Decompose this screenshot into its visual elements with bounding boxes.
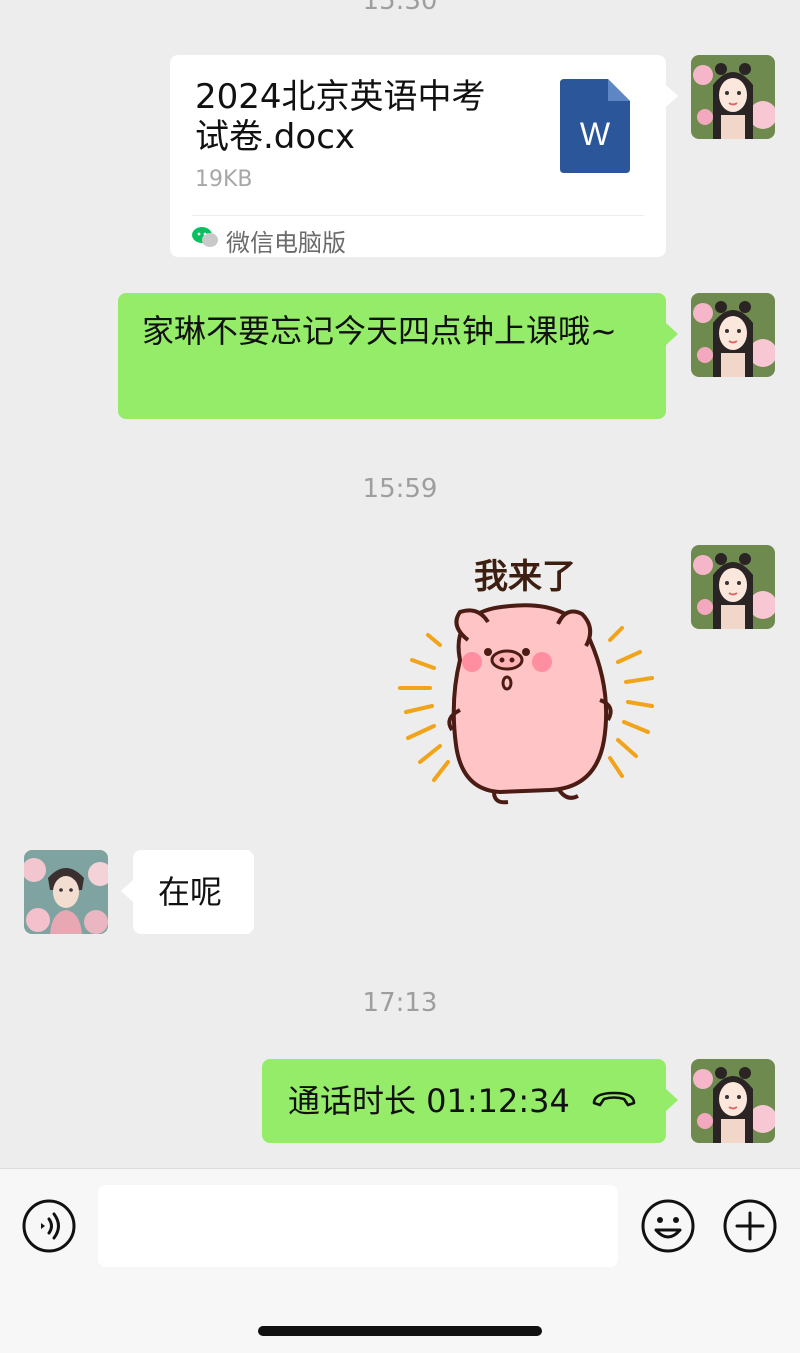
file-message-card[interactable]: 2024北京英语中考试卷.docx W 19KB 微信电脑版 <box>170 55 678 257</box>
received-text: 在呢 <box>158 873 223 911</box>
sent-text: 家琳不要忘记今天四点钟上课哦~ <box>142 312 617 350</box>
chat-input-bar <box>0 1168 800 1353</box>
avatar-boy-image <box>24 850 108 934</box>
call-duration-text: 通话时长 01:12:34 <box>288 1082 570 1120</box>
friend-avatar[interactable] <box>24 850 108 934</box>
wechat-icon <box>192 226 218 254</box>
file-source: 微信电脑版 <box>192 223 346 257</box>
home-indicator <box>258 1326 542 1336</box>
my-avatar[interactable] <box>691 545 775 629</box>
file-name: 2024北京英语中考试卷.docx <box>195 77 486 157</box>
pink-pig-sticker[interactable]: 我来了 <box>390 540 670 819</box>
timestamp: 15:59 <box>362 474 438 504</box>
hangup-phone-icon <box>590 1087 638 1115</box>
avatar-girl-image <box>691 55 775 139</box>
plus-icon[interactable] <box>722 1198 778 1258</box>
sticker-caption: 我来了 <box>474 557 576 597</box>
file-size: 19KB <box>195 167 253 192</box>
file-card-divider <box>192 215 644 216</box>
svg-text:W: W <box>580 116 611 152</box>
word-document-icon: W <box>560 79 630 177</box>
my-avatar[interactable] <box>691 1059 775 1143</box>
call-duration-bubble[interactable]: 通话时长 01:12:34 <box>262 1059 678 1143</box>
file-source-label: 微信电脑版 <box>226 228 346 257</box>
avatar-girl-image <box>691 1059 775 1143</box>
timestamp: 17:13 <box>362 988 438 1018</box>
avatar-girl-image <box>691 545 775 629</box>
received-text-bubble[interactable]: 在呢 <box>121 850 254 934</box>
my-avatar[interactable] <box>691 293 775 377</box>
avatar-girl-image <box>691 293 775 377</box>
emoji-icon[interactable] <box>640 1198 696 1258</box>
my-avatar[interactable] <box>691 55 775 139</box>
timestamp-top: 15:30 <box>362 0 438 16</box>
voice-icon[interactable] <box>21 1198 77 1258</box>
message-input[interactable] <box>98 1185 618 1267</box>
sent-text-bubble[interactable]: 家琳不要忘记今天四点钟上课哦~ <box>118 293 678 419</box>
